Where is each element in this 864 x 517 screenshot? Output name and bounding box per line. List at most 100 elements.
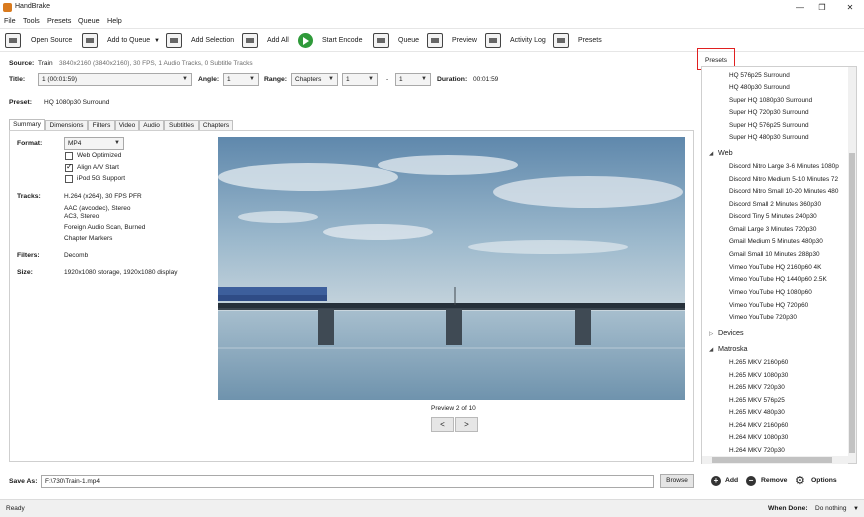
preset-item[interactable]: H.265 MKV 1080p30 <box>729 372 788 379</box>
expanded-arrow-icon: ◢ <box>709 151 714 157</box>
title-select[interactable]: 1 (00:01:59) ▼ <box>38 73 192 86</box>
filters-value: Decomb <box>64 252 89 259</box>
save-as-input[interactable]: F:\730\Train-1.mp4 <box>41 475 654 488</box>
preset-item[interactable]: H.265 MKV 720p30 <box>729 384 785 391</box>
preset-item[interactable]: Gmail Medium 5 Minutes 480p30 <box>729 238 823 245</box>
preset-item[interactable]: Gmail Small 10 Minutes 288p30 <box>729 251 820 258</box>
preset-item[interactable]: Vimeo YouTube HQ 1080p60 <box>729 289 812 296</box>
menu-queue[interactable]: Queue <box>78 16 100 25</box>
presets-horizontal-scrollbar[interactable] <box>702 456 848 464</box>
ipod-checkbox[interactable] <box>65 175 73 183</box>
start-encode-button[interactable]: Start Encode <box>322 37 362 44</box>
preset-item[interactable]: H.265 MKV 576p25 <box>729 397 785 404</box>
track-item: Chapter Markers <box>64 235 113 242</box>
queue-icon[interactable] <box>373 33 389 48</box>
preset-item[interactable]: Super HQ 720p30 Surround <box>729 109 809 116</box>
range-start-select[interactable]: 1 ▼ <box>342 73 378 86</box>
preset-item[interactable]: Vimeo YouTube HQ 1440p60 2.5K <box>729 276 827 283</box>
preset-item[interactable]: Vimeo YouTube HQ 2160p60 4K <box>729 264 821 271</box>
preset-item[interactable]: Vimeo YouTube 720p30 <box>729 314 797 321</box>
chevron-down-icon: ▼ <box>328 76 334 82</box>
preset-item[interactable]: Vimeo YouTube HQ 720p60 <box>729 302 808 309</box>
remove-icon[interactable]: − <box>746 476 756 486</box>
preset-item[interactable]: Discord Tiny 5 Minutes 240p30 <box>729 213 817 220</box>
preset-category-web[interactable]: ◢ Web <box>709 148 733 157</box>
add-queue-icon[interactable] <box>82 33 98 48</box>
preset-item[interactable]: H.265 MKV 2160p60 <box>729 359 788 366</box>
when-done-select[interactable]: Do nothing <box>815 505 846 512</box>
remove-preset-button[interactable]: Remove <box>761 477 787 484</box>
preview-button[interactable]: Preview <box>452 37 477 44</box>
add-to-queue-button[interactable]: Add to Queue <box>107 37 150 44</box>
preset-item[interactable]: Discord Nitro Large 3-6 Minutes 1080p <box>729 163 839 170</box>
preview-previous-button[interactable]: < <box>431 417 454 432</box>
align-av-checkbox[interactable] <box>65 162 73 172</box>
preset-item[interactable]: Super HQ 480p30 Surround <box>729 134 809 141</box>
preview-next-button[interactable]: > <box>455 417 478 432</box>
menu-presets[interactable]: Presets <box>47 16 71 25</box>
presets-vertical-scrollbar[interactable] <box>848 67 856 463</box>
restore-button[interactable]: ❐ <box>815 2 829 13</box>
train-bridge-scene <box>218 137 685 400</box>
track-item: AC3, Stereo <box>64 213 100 220</box>
preset-category-devices[interactable]: ▷ Devices <box>709 328 744 337</box>
minimize-button[interactable]: — <box>793 2 807 13</box>
status-bar: Ready When Done: Do nothing ▼ <box>0 499 864 517</box>
add-selection-icon[interactable] <box>166 33 182 48</box>
add-all-icon[interactable] <box>242 33 258 48</box>
queue-button[interactable]: Queue <box>398 37 419 44</box>
play-icon[interactable] <box>298 33 313 48</box>
preset-item[interactable]: HQ 480p30 Surround <box>729 84 790 91</box>
chevron-down-icon: ▼ <box>421 76 427 82</box>
preset-item[interactable]: Discord Nitro Medium 5-10 Minutes 72 <box>729 176 838 183</box>
angle-label: Angle: <box>198 76 220 83</box>
close-button[interactable]: ✕ <box>843 2 857 13</box>
gear-icon[interactable]: ⚙ <box>795 474 805 487</box>
expanded-arrow-icon: ◢ <box>709 347 714 353</box>
preset-category-matroska[interactable]: ◢ Matroska <box>709 344 748 353</box>
add-icon[interactable]: + <box>711 476 721 486</box>
options-button[interactable]: Options <box>811 477 837 484</box>
format-select[interactable]: MP4 ▼ <box>64 137 124 150</box>
preset-item[interactable]: H.264 MKV 2160p60 <box>729 422 788 429</box>
add-selection-button[interactable]: Add Selection <box>191 37 234 44</box>
activity-log-icon[interactable] <box>485 33 501 48</box>
title-select-value: 1 (00:01:59) <box>42 76 78 83</box>
menu-file[interactable]: File <box>4 16 16 25</box>
preset-item[interactable]: Discord Small 2 Minutes 360p30 <box>729 201 821 208</box>
preset-item[interactable]: H.264 MKV 720p30 <box>729 447 785 454</box>
preset-item[interactable]: Discord Nitro Small 10-20 Minutes 480 <box>729 188 838 195</box>
preset-item[interactable]: Super HQ 576p25 Surround <box>729 122 809 129</box>
range-type-select[interactable]: Chapters ▼ <box>291 73 338 86</box>
presets-button[interactable]: Presets <box>578 37 602 44</box>
add-preset-button[interactable]: Add <box>725 477 738 484</box>
presets-icon[interactable] <box>553 33 569 48</box>
activity-log-button[interactable]: Activity Log <box>510 37 546 44</box>
menu-help[interactable]: Help <box>107 16 122 25</box>
add-all-button[interactable]: Add All <box>267 37 289 44</box>
ipod-label: iPod 5G Support <box>77 175 126 182</box>
preview-caption: Preview 2 of 10 <box>431 405 476 412</box>
browse-button[interactable]: Browse <box>660 474 694 488</box>
chevron-down-icon[interactable]: ▼ <box>154 38 160 44</box>
chevron-down-icon: ▼ <box>114 140 120 146</box>
scrollbar-thumb[interactable] <box>712 457 832 463</box>
save-as-label: Save As: <box>9 478 38 485</box>
filters-label: Filters: <box>17 252 40 259</box>
open-source-button[interactable]: Open Source <box>31 37 72 44</box>
preview-icon[interactable] <box>427 33 443 48</box>
film-icon[interactable] <box>5 33 21 48</box>
angle-select[interactable]: 1 ▼ <box>223 73 259 86</box>
preset-item[interactable]: H.265 MKV 480p30 <box>729 409 785 416</box>
chevron-down-icon[interactable]: ▼ <box>853 506 859 512</box>
preset-item[interactable]: Gmail Large 3 Minutes 720p30 <box>729 226 816 233</box>
web-optimized-checkbox[interactable] <box>65 152 73 160</box>
preset-item[interactable]: Super HQ 1080p30 Surround <box>729 97 812 104</box>
range-end-select[interactable]: 1 ▼ <box>395 73 431 86</box>
scrollbar-thumb[interactable] <box>849 153 855 453</box>
menu-tools[interactable]: Tools <box>23 16 40 25</box>
source-label: Source: <box>9 60 35 67</box>
preset-item[interactable]: H.264 MKV 1080p30 <box>729 434 788 441</box>
handbrake-logo-icon <box>3 3 12 12</box>
preset-item[interactable]: HQ 576p25 Surround <box>729 72 790 79</box>
